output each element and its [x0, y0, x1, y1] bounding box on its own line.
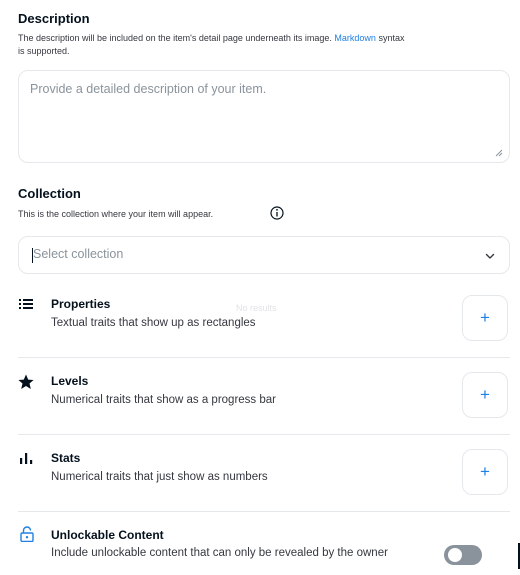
star-icon: [18, 374, 34, 389]
unlockable-toggle[interactable]: [444, 545, 482, 565]
description-help: The description will be included on the …: [18, 32, 518, 45]
properties-title: Properties: [51, 297, 111, 311]
description-placeholder: Provide a detailed description of your i…: [30, 82, 267, 96]
description-help-text: The description will be included on the …: [18, 33, 332, 43]
description-help-text-after: syntax: [378, 33, 405, 43]
collection-select[interactable]: Select collection: [18, 236, 510, 274]
description-title: Description: [18, 11, 90, 26]
bar-chart-icon: [20, 453, 33, 464]
add-stats-button[interactable]: +: [462, 449, 508, 495]
resize-handle-icon[interactable]: [495, 149, 503, 157]
info-icon[interactable]: [270, 206, 284, 220]
collection-title: Collection: [18, 186, 81, 201]
divider: [18, 434, 510, 435]
description-help-line2: is supported.: [18, 46, 70, 56]
plus-icon: +: [480, 462, 490, 481]
chevron-down-icon[interactable]: [484, 250, 496, 262]
lock-open-icon: [20, 526, 34, 542]
plus-icon: +: [480, 385, 490, 404]
levels-title: Levels: [51, 374, 89, 388]
list-icon: [19, 299, 33, 309]
unlockable-title: Unlockable Content: [51, 528, 164, 542]
description-textarea[interactable]: Provide a detailed description of your i…: [18, 70, 510, 163]
toggle-knob: [448, 548, 462, 562]
stats-title: Stats: [51, 451, 81, 465]
add-properties-button[interactable]: +: [462, 295, 508, 341]
properties-subtitle: Textual traits that show up as rectangle…: [51, 317, 256, 329]
levels-subtitle: Numerical traits that show as a progress…: [51, 394, 276, 406]
collection-help: This is the collection where your item w…: [18, 209, 214, 219]
stats-subtitle: Numerical traits that just show as numbe…: [51, 471, 268, 483]
divider: [18, 511, 510, 512]
add-levels-button[interactable]: +: [462, 372, 508, 418]
collection-select-placeholder: Select collection: [33, 247, 124, 261]
dropdown-no-results: No results: [236, 303, 277, 313]
plus-icon: +: [480, 308, 490, 327]
divider: [18, 357, 510, 358]
markdown-link[interactable]: Markdown: [334, 33, 376, 43]
unlockable-subtitle: Include unlockable content that can only…: [51, 547, 388, 559]
